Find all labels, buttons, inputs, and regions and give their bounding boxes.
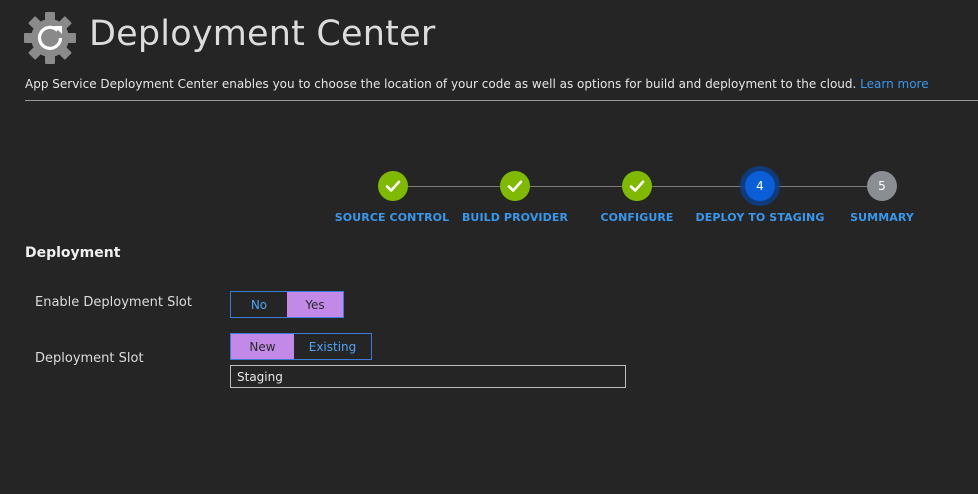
checkmark-icon [385, 180, 401, 192]
checkmark-icon [507, 180, 523, 192]
step-deploy-to-staging-number[interactable]: 4 [745, 171, 775, 201]
learn-more-link[interactable]: Learn more [860, 77, 928, 91]
step-label-configure[interactable]: CONFIGURE [600, 211, 673, 224]
enable-deployment-slot-toggle: No Yes [230, 291, 344, 318]
step-build-provider-check[interactable] [500, 171, 530, 201]
step-source-control-check[interactable] [378, 171, 408, 201]
description-text: App Service Deployment Center enables yo… [25, 77, 857, 91]
step-label-source-control[interactable]: SOURCE CONTROL [335, 211, 449, 224]
deployment-slot-name-input[interactable] [230, 365, 626, 388]
gear-refresh-icon [24, 12, 76, 64]
enable-slot-no-option[interactable]: No [231, 292, 287, 317]
section-title-deployment: Deployment [25, 245, 121, 261]
page-description: App Service Deployment Center enables yo… [25, 77, 929, 91]
step-label-summary[interactable]: SUMMARY [850, 211, 914, 224]
step-label-build-provider[interactable]: BUILD PROVIDER [462, 211, 568, 224]
checkmark-icon [629, 180, 645, 192]
header-divider [25, 100, 978, 101]
slot-new-option[interactable]: New [231, 334, 294, 359]
step-label-deploy-to-staging[interactable]: DEPLOY TO STAGING [696, 211, 825, 224]
step-summary-number[interactable]: 5 [867, 171, 897, 201]
slot-existing-option[interactable]: Existing [294, 334, 371, 359]
step-configure-check[interactable] [622, 171, 652, 201]
deployment-slot-mode-toggle: New Existing [230, 333, 372, 360]
deployment-slot-label: Deployment Slot [35, 351, 144, 366]
page-title: Deployment Center [89, 14, 436, 54]
enable-slot-yes-option[interactable]: Yes [287, 292, 343, 317]
deployment-center-page: Deployment Center App Service Deployment… [0, 0, 978, 494]
enable-deployment-slot-label: Enable Deployment Slot [35, 295, 192, 310]
